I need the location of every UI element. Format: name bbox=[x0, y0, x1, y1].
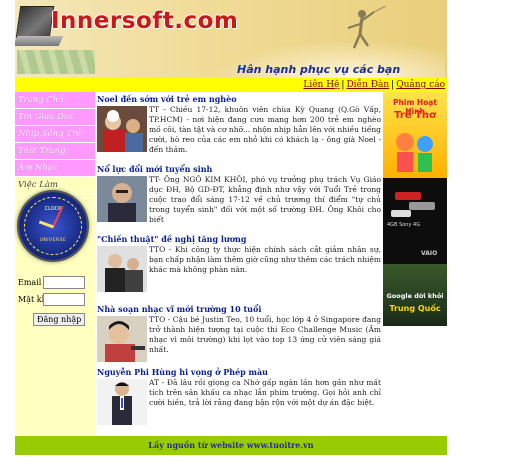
ad-google-line1: Google dời khỏi bbox=[386, 292, 444, 300]
laptop-base-image bbox=[15, 36, 64, 46]
ad-sony-vaio[interactable]: 4GB Sony 4G VAIO bbox=[383, 178, 447, 264]
ad-google-line2: Trung Quốc bbox=[389, 304, 441, 313]
menu-item-youth-life[interactable]: Nhịp Sống Trẻ bbox=[15, 126, 95, 143]
contact-link[interactable]: Liên Hệ bbox=[303, 80, 339, 90]
email-field[interactable] bbox=[43, 276, 85, 289]
news-summary: TTO - Khi công ty thực hiện chính sách c… bbox=[149, 245, 381, 274]
news-item: Nguyễn Phi Hùng hi vọng ở Phép màu AT - … bbox=[95, 367, 383, 435]
ad-sony-text: 4GB Sony 4G bbox=[387, 222, 421, 228]
clock-label-top: CLOCK bbox=[44, 206, 62, 212]
news-title-link[interactable]: Nhà soạn nhạc vĩ mới trường 10 tuổi bbox=[95, 304, 383, 314]
news-thumbnail-image[interactable] bbox=[97, 176, 147, 222]
news-list: Noel đến sớm với trẻ em nghèo TT - Chiều… bbox=[95, 92, 383, 435]
news-title-link[interactable]: Nguyễn Phi Hùng hi vọng ở Phép màu bbox=[95, 367, 383, 377]
climber-figure-icon bbox=[347, 6, 387, 49]
footer-source-text: Lấy nguồn từ website www.tuoitre.vn bbox=[148, 440, 314, 450]
news-item: Noel đến sớm với trẻ em nghèo TT - Chiều… bbox=[95, 94, 383, 166]
login-button[interactable]: Đăng nhập bbox=[33, 313, 86, 326]
news-title-link[interactable]: "Chiến thuật" đề nghị tăng lương bbox=[95, 234, 383, 244]
news-title-link[interactable]: Noel đến sớm với trẻ em nghèo bbox=[95, 94, 383, 104]
clock-label-bottom: UNIVERSE bbox=[39, 238, 67, 243]
news-item: "Chiến thuật" đề nghị tăng lương TTO - K… bbox=[95, 234, 383, 304]
news-thumbnail-image[interactable] bbox=[97, 316, 147, 362]
ads-column: Phim Hoạt Hình Trẻ Thơ 4GB Sony 4G VAIO … bbox=[383, 92, 447, 435]
news-summary: TT - Chiều 17-12, khuôn viên chùa Kỳ Qua… bbox=[149, 105, 381, 154]
page: Innersoft.com Hân hạnh phục vụ các bạn L… bbox=[15, 0, 447, 461]
menu-item-education[interactable]: Tin Giáo Dục bbox=[15, 109, 95, 126]
left-sidebar: Trang Chủ Tin Giáo Dục Nhịp Sống Trẻ Thờ… bbox=[15, 92, 95, 435]
login-form: Email Mật khẩu Đăng nhập bbox=[15, 275, 95, 326]
news-thumbnail-image[interactable] bbox=[97, 246, 147, 292]
ad-cartoon-line2: Trẻ Thơ bbox=[394, 110, 436, 121]
news-summary: TTO - Cậu bé Justin Teo, 10 tuổi, học lớ… bbox=[149, 315, 381, 354]
site-logo[interactable]: Innersoft.com bbox=[51, 8, 238, 34]
news-summary: TT- Ông NGÔ KIM KHÔI, phó vụ trưởng phụ … bbox=[149, 175, 381, 224]
menu-item-fashion[interactable]: Thời Trang bbox=[15, 143, 95, 160]
usb-drive-icon bbox=[391, 192, 435, 217]
money-image bbox=[17, 50, 95, 74]
ad-vaio-brand: VAIO bbox=[421, 250, 438, 257]
advertising-link[interactable]: Quảng cáo bbox=[396, 80, 445, 90]
ad-google-news[interactable]: Google dời khỏi Trung Quốc bbox=[383, 264, 447, 326]
header-banner: Innersoft.com Hân hạnh phục vụ các bạn bbox=[15, 0, 447, 78]
news-thumbnail-image[interactable] bbox=[97, 106, 147, 152]
laptop-image bbox=[15, 6, 55, 38]
news-summary: AT - Đã lâu rồi giọng ca Nhớ gấp ngàn lầ… bbox=[149, 378, 381, 407]
ad-cartoon-banner[interactable]: Phim Hoạt Hình Trẻ Thơ bbox=[383, 92, 447, 178]
news-title-link[interactable]: Nổ lực đổi mới tuyển sinh bbox=[95, 164, 383, 174]
top-links: Liên Hệ | Diễn Đàn | Quảng cáo bbox=[303, 80, 445, 90]
forum-link[interactable]: Diễn Đàn bbox=[346, 80, 389, 90]
news-item: Nổ lực đổi mới tuyển sinh TT- Ông NGÔ KI… bbox=[95, 164, 383, 234]
news-item: Nhà soạn nhạc vĩ mới trường 10 tuổi TTO … bbox=[95, 304, 383, 374]
cartoon-characters-icon bbox=[396, 133, 433, 172]
clock-widget: CLOCK UNIVERSE bbox=[19, 192, 87, 260]
news-thumbnail-image[interactable] bbox=[97, 379, 147, 425]
menu-item-music[interactable]: Âm Nhạc bbox=[15, 160, 95, 177]
password-field[interactable] bbox=[43, 293, 85, 306]
email-label: Email bbox=[18, 278, 42, 287]
site-slogan: Hân hạnh phục vụ các bạn bbox=[237, 63, 401, 76]
menu-item-home[interactable]: Trang Chủ bbox=[15, 92, 95, 109]
top-links-bar: Liên Hệ | Diễn Đàn | Quảng cáo bbox=[15, 78, 447, 92]
footer-bar: Lấy nguồn từ website www.tuoitre.vn bbox=[15, 436, 447, 455]
